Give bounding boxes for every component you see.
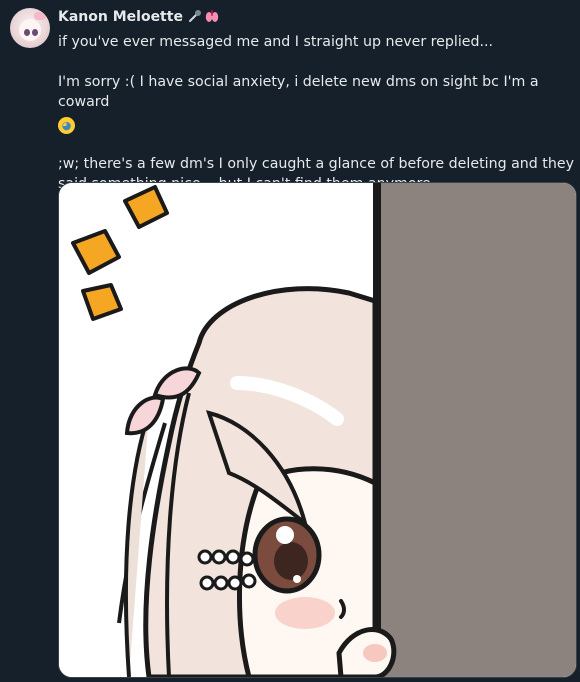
door-panel — [379, 183, 576, 677]
tweet-text-span: I'm sorry :( I have social anxiety, i de… — [58, 74, 544, 110]
avatar[interactable] — [10, 8, 50, 48]
tweet-media-image[interactable] — [58, 182, 577, 678]
avatar-eye-icon — [24, 29, 30, 36]
peeking-girl-illustration — [59, 183, 576, 677]
lungs-icon — [205, 9, 219, 26]
avatar-bow-icon — [34, 12, 46, 20]
author-row: Kanon Meloette — [58, 6, 576, 28]
tweet-content: Kanon Meloette if you've ever messaged m… — [58, 6, 576, 194]
avatar-eye-icon — [32, 29, 38, 36]
loudly-crying-face-icon: ◕ — [58, 117, 75, 134]
author-display-name[interactable]: Kanon Meloette — [58, 9, 183, 25]
tweet-text-paragraph: if you've ever messaged me and I straigh… — [58, 34, 494, 50]
microphone-icon — [188, 9, 202, 26]
tweet[interactable]: Kanon Meloette if you've ever messaged m… — [0, 0, 580, 682]
tweet-text-paragraph: I'm sorry :( I have social anxiety, i de… — [58, 72, 576, 134]
